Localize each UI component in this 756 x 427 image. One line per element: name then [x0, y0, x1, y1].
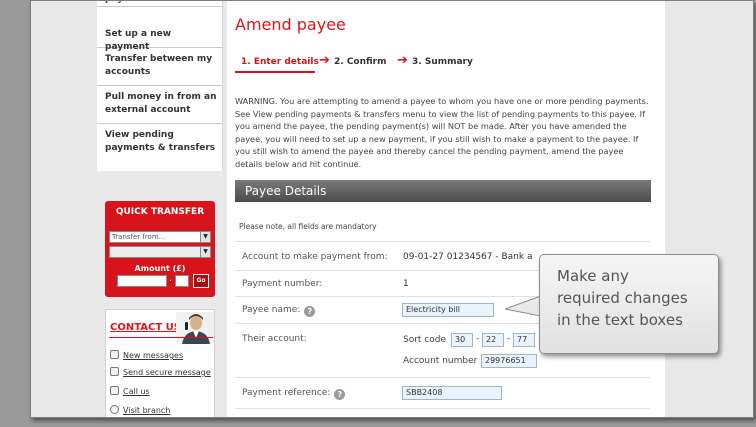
callout-pointer: [505, 295, 541, 317]
send-secure-message-label: Send secure message: [123, 368, 211, 377]
chevron-down-icon: ▼: [200, 247, 210, 257]
quick-transfer-panel: QUICK TRANSFER Transfer from... ▼ ▼ Amou…: [105, 201, 215, 297]
callout-line-3: in the text boxes: [557, 311, 683, 329]
new-messages-label: New messages: [123, 351, 184, 360]
payment-reference-label-wrap: Payment reference:?: [242, 388, 346, 400]
account-number-label: Account number: [403, 356, 478, 366]
send-secure-message-link[interactable]: Send secure message: [110, 367, 211, 377]
their-account-label: Their account:: [242, 334, 307, 344]
arrow-right-icon: ➔: [397, 53, 408, 68]
callout-line-2: required changes: [557, 289, 688, 307]
nav-item-set-up-payment[interactable]: Set up a new payment: [97, 23, 223, 52]
step-summary: 3. Summary: [412, 57, 473, 67]
payment-number-value: 1: [403, 279, 409, 289]
transfer-to-select[interactable]: ▼: [109, 246, 211, 258]
amount-pence-input[interactable]: [175, 275, 189, 287]
instruction-callout: Make any required changes in the text bo…: [539, 254, 719, 354]
visit-branch-label: Visit branch: [123, 406, 171, 415]
arrow-right-icon: ➔: [319, 53, 330, 68]
nav-item-transfer-between-accounts[interactable]: Transfer between my accounts: [97, 48, 223, 86]
amount-pounds-input[interactable]: [117, 275, 167, 287]
amount-decimal-point: .: [169, 274, 172, 284]
left-column: payees Set up a new payment Transfer bet…: [97, 1, 223, 417]
help-icon[interactable]: ?: [304, 306, 316, 317]
main-content: Amend payee 1. Enter details ➔ 2. Confir…: [227, 1, 665, 417]
sort-code-label: Sort code: [403, 335, 447, 345]
chevron-down-icon: ▼: [200, 232, 210, 242]
transfer-from-value: Transfer from...: [112, 233, 166, 241]
nav-item-pull-money-in[interactable]: Pull money in from an external account: [97, 86, 223, 124]
payments-nav: payees Set up a new payment Transfer bet…: [97, 1, 223, 171]
quick-transfer-go-button[interactable]: Go: [193, 274, 209, 288]
payee-name-input[interactable]: Electricity bill: [402, 303, 494, 317]
phone-icon: [110, 386, 119, 395]
amount-label: Amount (£): [134, 264, 186, 273]
call-us-label: Call us: [123, 387, 150, 396]
branch-icon: [110, 405, 119, 414]
account-value: 09-01-27 01234567 - Bank a: [403, 252, 533, 262]
payee-details-header: Payee Details: [235, 180, 651, 202]
account-number-input[interactable]: 29976651: [481, 354, 537, 368]
active-step-underline: [235, 71, 315, 73]
sort-code-part-3-input[interactable]: 77: [513, 333, 535, 347]
payment-reference-input[interactable]: SBB2408: [402, 386, 502, 400]
visit-branch-link[interactable]: Visit branch: [110, 405, 170, 415]
contact-us-link[interactable]: CONTACT US: [110, 322, 181, 333]
sort-code-part-1-input[interactable]: 30: [451, 333, 473, 347]
payee-name-label-wrap: Payee name:?: [242, 305, 316, 317]
new-messages-link[interactable]: New messages: [110, 350, 183, 360]
payment-reference-label: Payment reference:: [242, 388, 331, 398]
help-icon[interactable]: ?: [334, 389, 346, 400]
payment-number-label: Payment number:: [242, 279, 323, 289]
pending-payment-warning: WARNING. You are attempting to amend a p…: [235, 96, 649, 169]
send-message-icon: [110, 367, 119, 376]
callout-line-1: Make any: [557, 267, 629, 285]
payment-reference-row: Payment reference:? SBB2408: [235, 377, 651, 409]
call-us-link[interactable]: Call us: [110, 386, 150, 396]
contact-us-panel: CONTACT US New messages Send secure mess…: [105, 309, 215, 417]
sort-code-separator: -: [476, 334, 480, 344]
browser-frame: payees Set up a new payment Transfer bet…: [30, 0, 754, 418]
step-confirm: 2. Confirm: [334, 57, 387, 67]
payee-name-label: Payee name:: [242, 305, 301, 315]
nav-item-payees[interactable]: payees: [97, 1, 223, 7]
transfer-from-select[interactable]: Transfer from... ▼: [109, 231, 211, 243]
sort-code-part-2-input[interactable]: 22: [482, 333, 504, 347]
contact-divider: [109, 337, 213, 338]
mandatory-note: Please note, all fields are mandatory: [239, 222, 377, 231]
page-title: Amend payee: [235, 15, 346, 34]
mail-icon: [110, 350, 119, 359]
sort-code-separator: -: [507, 334, 511, 344]
quick-transfer-title: QUICK TRANSFER: [115, 207, 205, 217]
step-enter-details: 1. Enter details: [241, 57, 319, 67]
account-label: Account to make payment from:: [242, 252, 388, 262]
nav-item-view-pending-payments[interactable]: View pending payments & transfers: [97, 124, 223, 166]
progress-steps: 1. Enter details ➔ 2. Confirm ➔ 3. Summa…: [235, 53, 535, 73]
customer-service-person-icon: [176, 312, 214, 344]
